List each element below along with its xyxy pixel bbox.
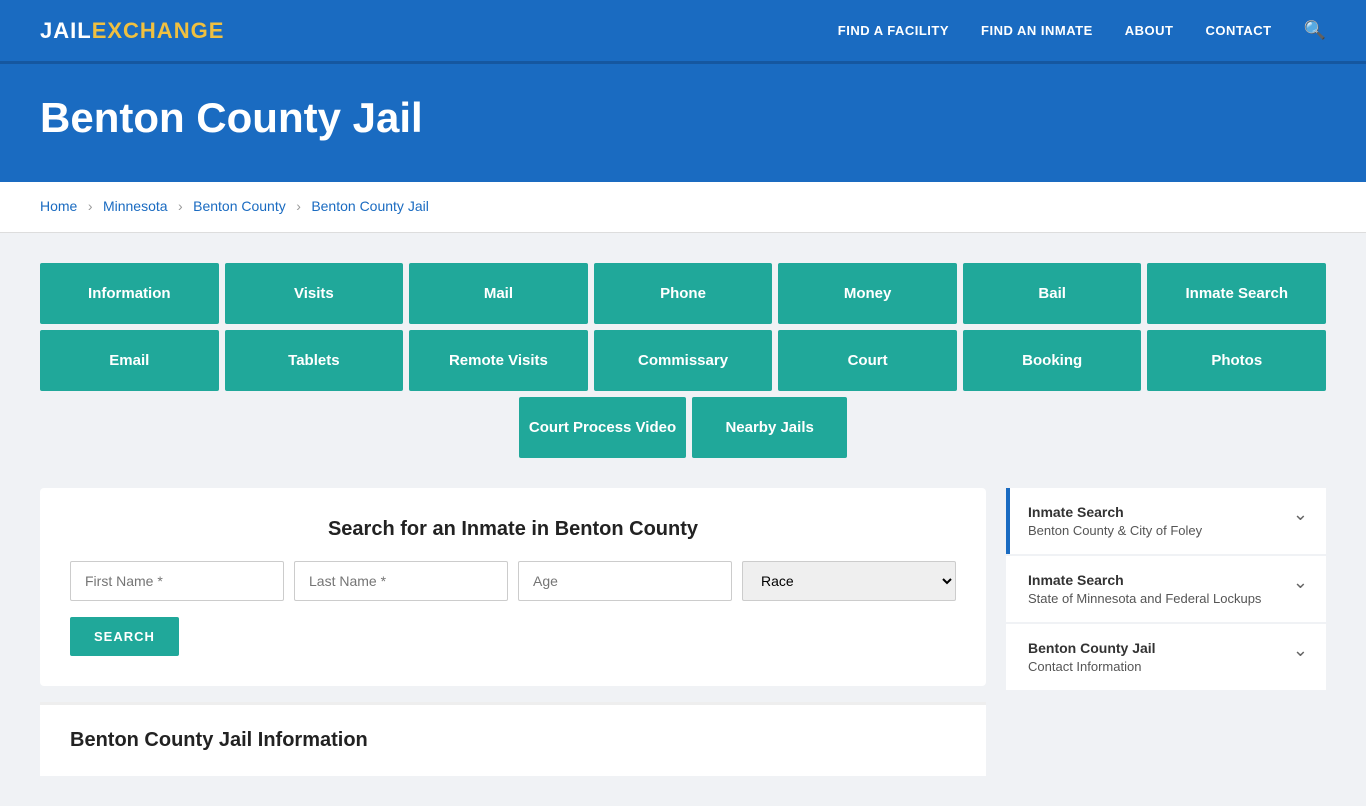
logo-exchange: EXCHANGE xyxy=(92,18,225,44)
accordion-item-2[interactable]: Benton County Jail Contact Information ⌄ xyxy=(1006,624,1326,690)
nav-btn-remote-visits[interactable]: Remote Visits xyxy=(409,330,588,391)
nav-btn-money[interactable]: Money xyxy=(778,263,957,324)
accordion-title-1: Inmate Search xyxy=(1028,572,1261,588)
inmate-search-inputs: Race White Black Hispanic Asian Native A… xyxy=(70,561,956,601)
race-select[interactable]: Race White Black Hispanic Asian Native A… xyxy=(742,561,956,601)
breadcrumb: Home › Minnesota › Benton County › Bento… xyxy=(0,182,1366,233)
nav-row-1: Information Visits Mail Phone Money Bail… xyxy=(40,263,1326,324)
nav-btn-court-process-video[interactable]: Court Process Video xyxy=(519,397,686,458)
nav-row-2: Email Tablets Remote Visits Commissary C… xyxy=(40,330,1326,391)
accordion-item-1[interactable]: Inmate Search State of Minnesota and Fed… xyxy=(1006,556,1326,622)
sidebar-accordion: Inmate Search Benton County & City of Fo… xyxy=(1006,488,1326,692)
nav-find-inmate[interactable]: FIND AN INMATE xyxy=(981,23,1093,38)
accordion-text-0: Inmate Search Benton County & City of Fo… xyxy=(1028,504,1202,538)
jail-info-section: Benton County Jail Information xyxy=(40,702,986,776)
inmate-search-title: Search for an Inmate in Benton County xyxy=(70,518,956,541)
breadcrumb-sep-3: › xyxy=(296,198,301,214)
accordion-text-1: Inmate Search State of Minnesota and Fed… xyxy=(1028,572,1261,606)
inmate-search-panel: Search for an Inmate in Benton County Ra… xyxy=(40,488,986,686)
logo-jail: JAIL xyxy=(40,18,92,44)
accordion-item-0[interactable]: Inmate Search Benton County & City of Fo… xyxy=(1006,488,1326,554)
service-nav-buttons: Information Visits Mail Phone Money Bail… xyxy=(40,263,1326,458)
breadcrumb-benton-county[interactable]: Benton County xyxy=(193,198,286,214)
accordion-subtitle-0: Benton County & City of Foley xyxy=(1028,523,1202,538)
main-nav: FIND A FACILITY FIND AN INMATE ABOUT CON… xyxy=(838,20,1326,41)
nav-btn-photos[interactable]: Photos xyxy=(1147,330,1326,391)
main-content: Information Visits Mail Phone Money Bail… xyxy=(0,233,1366,806)
chevron-down-icon-0: ⌄ xyxy=(1293,504,1308,525)
nav-btn-email[interactable]: Email xyxy=(40,330,219,391)
accordion-title-2: Benton County Jail xyxy=(1028,640,1156,656)
breadcrumb-home[interactable]: Home xyxy=(40,198,77,214)
nav-btn-phone[interactable]: Phone xyxy=(594,263,773,324)
header-search-button[interactable]: 🔍 xyxy=(1304,20,1326,41)
inmate-search-submit[interactable]: SEARCH xyxy=(70,617,179,656)
nav-about[interactable]: ABOUT xyxy=(1125,23,1174,38)
accordion-title-0: Inmate Search xyxy=(1028,504,1202,520)
nav-btn-booking[interactable]: Booking xyxy=(963,330,1142,391)
bottom-section: Search for an Inmate in Benton County Ra… xyxy=(40,488,1326,776)
chevron-down-icon-1: ⌄ xyxy=(1293,572,1308,593)
site-header: JAILEXCHANGE FIND A FACILITY FIND AN INM… xyxy=(0,0,1366,64)
breadcrumb-benton-county-jail[interactable]: Benton County Jail xyxy=(311,198,429,214)
age-input[interactable] xyxy=(518,561,732,601)
nav-contact[interactable]: CONTACT xyxy=(1205,23,1271,38)
last-name-input[interactable] xyxy=(294,561,508,601)
page-title: Benton County Jail xyxy=(40,94,1326,142)
breadcrumb-sep-2: › xyxy=(178,198,183,214)
nav-btn-tablets[interactable]: Tablets xyxy=(225,330,404,391)
accordion-subtitle-2: Contact Information xyxy=(1028,659,1156,674)
breadcrumb-minnesota[interactable]: Minnesota xyxy=(103,198,168,214)
nav-btn-inmate-search[interactable]: Inmate Search xyxy=(1147,263,1326,324)
breadcrumb-sep-1: › xyxy=(88,198,93,214)
site-logo[interactable]: JAILEXCHANGE xyxy=(40,18,224,44)
nav-row-3: Court Process Video Nearby Jails xyxy=(40,397,1326,458)
nav-btn-mail[interactable]: Mail xyxy=(409,263,588,324)
chevron-down-icon-2: ⌄ xyxy=(1293,640,1308,661)
nav-find-facility[interactable]: FIND A FACILITY xyxy=(838,23,949,38)
first-name-input[interactable] xyxy=(70,561,284,601)
nav-btn-commissary[interactable]: Commissary xyxy=(594,330,773,391)
nav-btn-nearby-jails[interactable]: Nearby Jails xyxy=(692,397,847,458)
nav-btn-visits[interactable]: Visits xyxy=(225,263,404,324)
accordion-text-2: Benton County Jail Contact Information xyxy=(1028,640,1156,674)
left-column: Search for an Inmate in Benton County Ra… xyxy=(40,488,986,776)
nav-btn-information[interactable]: Information xyxy=(40,263,219,324)
nav-btn-court[interactable]: Court xyxy=(778,330,957,391)
accordion-subtitle-1: State of Minnesota and Federal Lockups xyxy=(1028,591,1261,606)
jail-info-title: Benton County Jail Information xyxy=(70,729,956,752)
nav-btn-bail[interactable]: Bail xyxy=(963,263,1142,324)
hero-section: Benton County Jail xyxy=(0,64,1366,182)
